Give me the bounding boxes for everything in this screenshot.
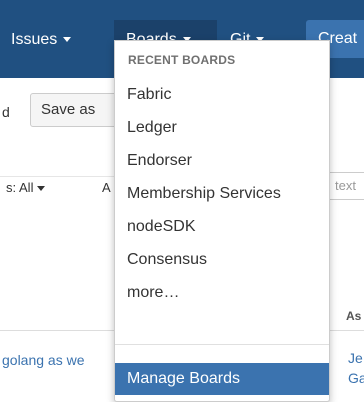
menu-item-ledger[interactable]: Ledger bbox=[127, 114, 177, 142]
chevron-down-icon bbox=[63, 37, 72, 43]
status-filter-dropdown[interactable]: s: All bbox=[6, 178, 46, 198]
chevron-down-icon bbox=[37, 186, 46, 192]
menu-item-endorser[interactable]: Endorser bbox=[127, 147, 192, 175]
toolbar-text-fragment: d bbox=[2, 104, 10, 120]
manage-boards-label: Manage Boards bbox=[127, 370, 240, 387]
menu-item-more[interactable]: more… bbox=[127, 279, 179, 307]
recent-boards-heading: RECENT BOARDS bbox=[128, 53, 236, 67]
assignee-filter-fragment[interactable]: A bbox=[102, 178, 111, 198]
nav-issues-menu[interactable]: Issues bbox=[11, 20, 72, 60]
text-search-input[interactable]: text bbox=[324, 172, 364, 200]
menu-item-nodesdk[interactable]: nodeSDK bbox=[127, 213, 196, 241]
assignee-link[interactable]: Ga bbox=[348, 370, 364, 386]
assignee-link[interactable]: Je bbox=[348, 350, 363, 366]
save-as-label: Save as bbox=[41, 101, 96, 118]
issue-summary-link[interactable]: golang as we bbox=[2, 352, 85, 368]
nav-issues-label: Issues bbox=[11, 31, 58, 48]
assignee-column-header: As bbox=[346, 309, 362, 323]
status-filter-label: s: All bbox=[6, 180, 34, 195]
menu-item-fabric[interactable]: Fabric bbox=[127, 81, 171, 109]
manage-boards-item[interactable]: Manage Boards bbox=[115, 363, 329, 395]
menu-item-membership-services[interactable]: Membership Services bbox=[127, 180, 281, 208]
menu-item-consensus[interactable]: Consensus bbox=[127, 246, 207, 274]
text-search-placeholder: text bbox=[335, 178, 356, 193]
menu-divider bbox=[115, 344, 329, 345]
boards-dropdown-menu: RECENT BOARDS Fabric Ledger Endorser Mem… bbox=[114, 40, 330, 402]
